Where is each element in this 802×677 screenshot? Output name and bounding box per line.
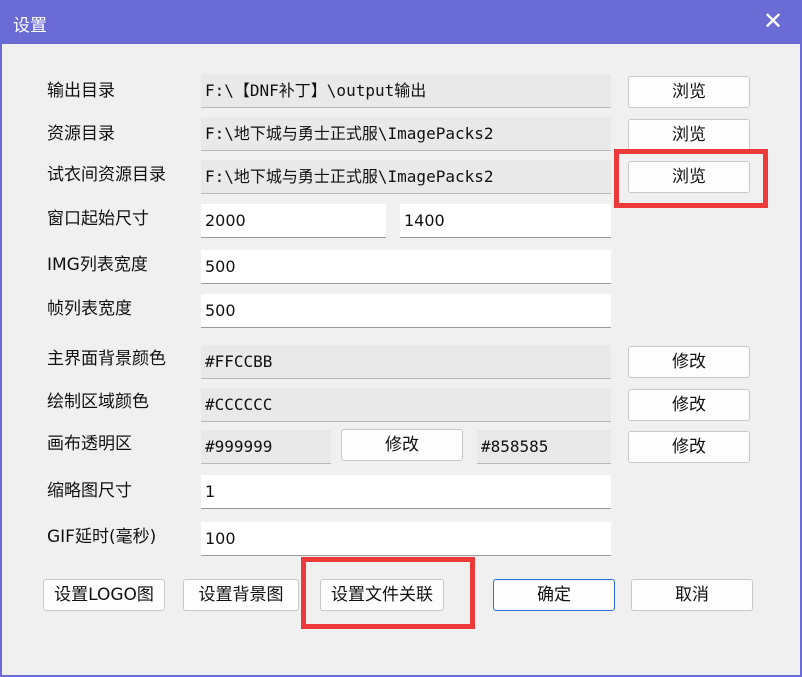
gif-delay-input[interactable]: 100	[201, 522, 611, 556]
output-dir-label: 输出目录	[47, 81, 115, 101]
output-dir-browse-button[interactable]: 浏览	[628, 76, 750, 108]
window-width-input[interactable]: 2000	[201, 204, 386, 238]
thumbnail-size-label: 缩略图尺寸	[47, 481, 132, 501]
title-bar: 设置 ✕	[0, 0, 802, 44]
canvas-transparent-color2-field[interactable]: #858585	[477, 430, 611, 464]
window-size-label: 窗口起始尺寸	[47, 209, 149, 229]
canvas-transparent-color2-edit-button[interactable]: 修改	[628, 431, 750, 463]
canvas-transparent-color1-field[interactable]: #999999	[201, 430, 331, 464]
canvas-transparent-color1-edit-button[interactable]: 修改	[341, 429, 463, 461]
dialog-content: 输出目录 F:\【DNF补丁】\output输出 浏览 资源目录 F:\地下城与…	[2, 44, 800, 675]
cancel-button[interactable]: 取消	[631, 579, 753, 611]
fitting-dir-browse-button[interactable]: 浏览	[628, 161, 750, 193]
output-dir-field[interactable]: F:\【DNF补丁】\output输出	[201, 74, 611, 108]
draw-area-color-field[interactable]: #CCCCCC	[201, 388, 611, 422]
draw-area-color-label: 绘制区域颜色	[47, 392, 149, 412]
resource-dir-browse-button[interactable]: 浏览	[628, 119, 750, 151]
set-background-button[interactable]: 设置背景图	[183, 579, 299, 611]
main-bg-color-label: 主界面背景颜色	[47, 349, 166, 369]
frame-list-width-input[interactable]: 500	[201, 294, 611, 328]
img-list-width-input[interactable]: 500	[201, 250, 611, 284]
main-bg-color-field[interactable]: #FFCCBB	[201, 345, 611, 379]
set-file-association-button[interactable]: 设置文件关联	[320, 579, 444, 611]
main-bg-color-edit-button[interactable]: 修改	[628, 346, 750, 378]
dialog-title: 设置	[13, 16, 47, 36]
canvas-transparent-label: 画布透明区	[47, 434, 132, 454]
fitting-dir-field[interactable]: F:\地下城与勇士正式服\ImagePacks2	[201, 160, 611, 194]
resource-dir-label: 资源目录	[47, 124, 115, 144]
ok-button[interactable]: 确定	[493, 579, 615, 611]
gif-delay-label: GIF延时(毫秒)	[47, 527, 157, 547]
draw-area-color-edit-button[interactable]: 修改	[628, 389, 750, 421]
thumbnail-size-input[interactable]: 1	[201, 475, 611, 509]
fitting-dir-label: 试衣间资源目录	[47, 165, 166, 185]
window-height-input[interactable]: 1400	[400, 204, 611, 238]
img-list-width-label: IMG列表宽度	[47, 255, 148, 275]
close-icon[interactable]: ✕	[760, 8, 786, 34]
resource-dir-field[interactable]: F:\地下城与勇士正式服\ImagePacks2	[201, 117, 611, 151]
frame-list-width-label: 帧列表宽度	[47, 299, 132, 319]
set-logo-button[interactable]: 设置LOGO图	[43, 579, 165, 611]
settings-dialog: 设置 ✕ 输出目录 F:\【DNF补丁】\output输出 浏览 资源目录 F:…	[0, 0, 802, 677]
